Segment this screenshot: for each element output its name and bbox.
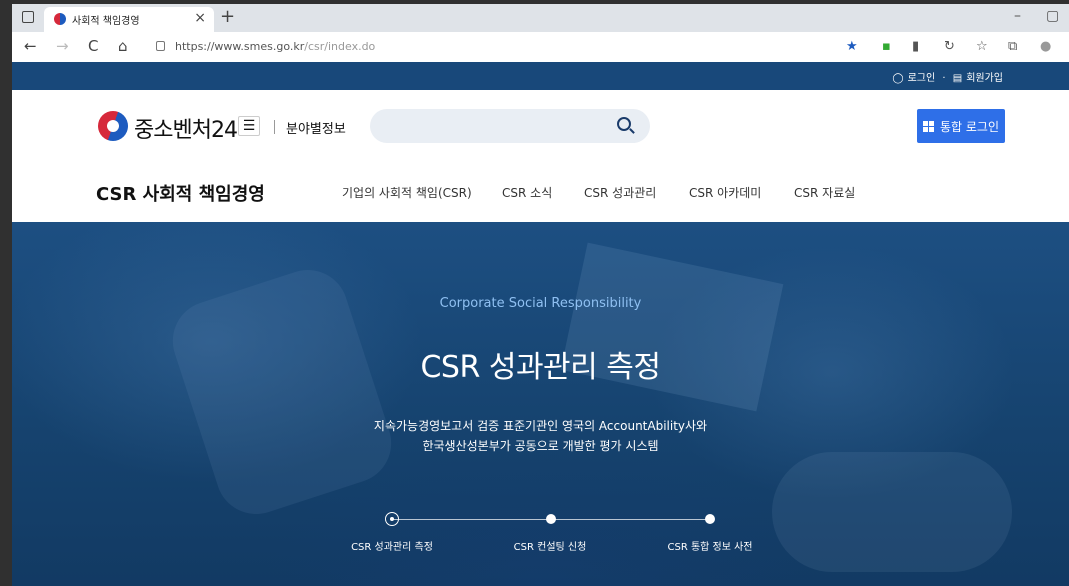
refresh-extension-icon[interactable]: ↻ xyxy=(944,39,955,54)
minimize-icon[interactable]: – xyxy=(1014,8,1021,24)
hero-desc-line2: 한국생산성본부가 공동으로 개발한 평가 시스템 xyxy=(422,439,659,453)
maximize-icon[interactable]: ▢ xyxy=(1046,8,1059,24)
tab-actions-icon[interactable] xyxy=(22,11,34,23)
section-title[interactable]: CSR 사회적 책임경영 xyxy=(96,180,265,206)
menu-item-csr[interactable]: 기업의 사회적 책임(CSR) xyxy=(342,184,472,201)
hero-desc-line1: 지속가능경영보고서 검증 표준기관인 영국의 AccountAbility사와 xyxy=(373,419,708,433)
favicon-icon xyxy=(54,13,66,25)
step-dot[interactable] xyxy=(546,514,556,524)
favorite-star-icon[interactable]: ★ xyxy=(846,39,858,54)
unified-login-label: 통합 로그인 xyxy=(939,119,999,134)
login-link[interactable]: 로그인 xyxy=(908,73,936,84)
step-dot[interactable] xyxy=(705,514,715,524)
new-tab-button[interactable]: + xyxy=(220,6,235,27)
browser-tab[interactable]: 사회적 책임경영 × xyxy=(44,7,214,32)
menu-item-performance[interactable]: CSR 성과관리 xyxy=(584,184,656,201)
step-dot-active[interactable] xyxy=(385,512,399,526)
signup-link[interactable]: 회원가입 xyxy=(966,73,1003,84)
tab-title: 사회적 책임경영 xyxy=(72,16,140,27)
hero-headline: CSR 성과관리 측정 xyxy=(420,350,661,385)
menu-icon[interactable]: ☰ xyxy=(238,116,260,136)
url-path: /csr/index.do xyxy=(304,40,376,53)
browser-window: 사회적 책임경영 × + – ▢ ← → C ⌂ https://www.sme… xyxy=(12,4,1069,586)
search-input[interactable] xyxy=(370,109,650,143)
field-info-link[interactable]: 분야별정보 xyxy=(286,118,346,137)
step-label-performance[interactable]: CSR 성과관리 측정 xyxy=(332,538,452,553)
site-logo-text[interactable]: 중소벤처24 xyxy=(134,112,238,144)
forward-icon[interactable]: → xyxy=(56,37,69,55)
background-image xyxy=(772,452,1012,572)
util-separator: · xyxy=(942,73,946,84)
favorites-icon[interactable]: ☆ xyxy=(976,39,988,54)
user-icon: ◯ xyxy=(892,73,904,84)
step-label-consulting[interactable]: CSR 컨설팅 신청 xyxy=(490,538,610,553)
close-tab-icon[interactable]: × xyxy=(194,10,206,26)
reload-icon[interactable]: C xyxy=(88,37,98,55)
taegeuk-logo-icon[interactable] xyxy=(98,111,128,141)
grid-icon xyxy=(922,120,934,132)
home-icon[interactable]: ⌂ xyxy=(118,37,128,55)
site-header: 중소벤처24 ☰ 분야별정보 통합 로그인 xyxy=(12,90,1069,163)
screen-frame: 사회적 책임경영 × + – ▢ ← → C ⌂ https://www.sme… xyxy=(0,0,1069,586)
menu-item-academy[interactable]: CSR 아카데미 xyxy=(689,184,761,201)
background-image xyxy=(560,242,784,412)
header-divider xyxy=(274,120,275,134)
unified-login-button[interactable]: 통합 로그인 xyxy=(917,109,1005,143)
extension-icon[interactable]: ▪ xyxy=(882,39,891,54)
search-icon[interactable] xyxy=(617,117,631,131)
menu-item-archive[interactable]: CSR 자료실 xyxy=(794,184,855,201)
step-label-dictionary[interactable]: CSR 통합 정보 사전 xyxy=(650,538,770,553)
collections-icon[interactable]: ⧉ xyxy=(1008,39,1017,54)
hero-banner: Corporate Social Responsibility CSR 성과관리… xyxy=(12,222,1069,586)
signup-icon: ▤ xyxy=(952,73,963,84)
reading-view-icon[interactable]: ▮ xyxy=(912,39,919,54)
profile-icon[interactable]: ● xyxy=(1040,39,1051,54)
util-links: ◯ 로그인 · ▤ 회원가입 xyxy=(888,69,1003,84)
utility-bar: ◯ 로그인 · ▤ 회원가입 xyxy=(12,62,1069,90)
menu-item-news[interactable]: CSR 소식 xyxy=(502,184,552,201)
back-icon[interactable]: ← xyxy=(24,37,37,55)
address-bar: ← → C ⌂ https://www.smes.go.kr/csr/index… xyxy=(12,32,1069,63)
sub-navigation: CSR 사회적 책임경영 기업의 사회적 책임(CSR) CSR 소식 CSR … xyxy=(12,162,1069,222)
hero-description: 지속가능경영보고서 검증 표준기관인 영국의 AccountAbility사와 … xyxy=(12,416,1069,456)
hero-eyebrow: Corporate Social Responsibility xyxy=(439,296,642,311)
url-host: https://www.smes.go.kr xyxy=(175,40,305,53)
tab-strip: 사회적 책임경영 × + – ▢ xyxy=(12,4,1069,32)
lock-icon xyxy=(156,41,165,51)
url-field[interactable]: https://www.smes.go.kr/csr/index.do xyxy=(156,40,375,53)
